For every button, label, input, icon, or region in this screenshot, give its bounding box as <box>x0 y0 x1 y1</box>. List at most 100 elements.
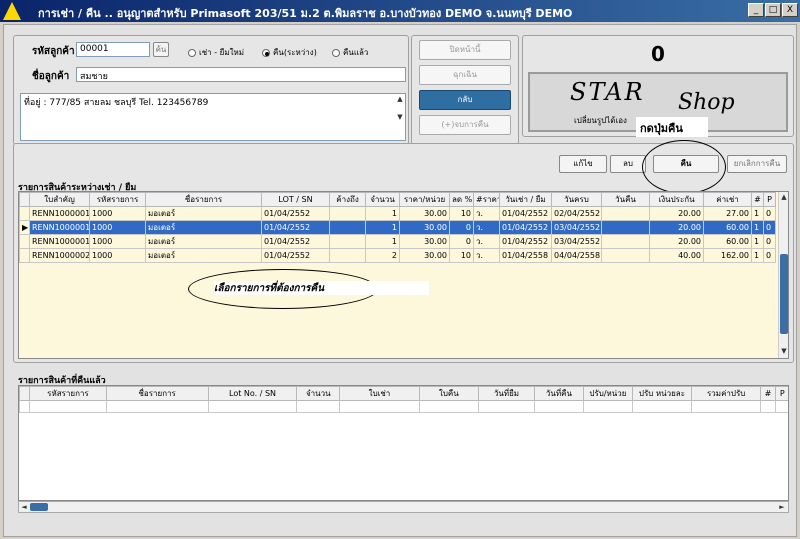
pending-cell: 20.00 <box>649 234 704 249</box>
returned-column-header[interactable]: วันที่ยืม <box>477 386 535 401</box>
pending-cell: RENN1000001 <box>29 234 90 249</box>
pending-vertical-scrollbar[interactable]: ▲ ▼ <box>778 192 788 358</box>
pending-row[interactable]: RENN1000001 1000 มอเตอร์ 01/04/2552 1 30.00 10… <box>19 206 776 221</box>
returned-column-header[interactable]: ปรับ หน่วยละ <box>631 386 693 401</box>
pending-table: ใบสำคัญ รหัสรายการ ชื่อรายการ LOT / SN ค้างถ… <box>19 192 776 263</box>
pending-column-header[interactable]: ชื่อรายการ <box>145 192 262 207</box>
returned-column-header[interactable]: ปรับ/หน่วย <box>582 386 633 401</box>
returned-column-header[interactable]: รหัสรายการ <box>29 386 107 401</box>
pending-cell: 162.00 <box>703 248 752 263</box>
pending-cell: 0 <box>763 234 776 249</box>
pending-cell: 01/04/2552 <box>261 206 330 221</box>
pending-column-header[interactable]: เงินประกัน <box>649 192 704 207</box>
radio-dot <box>332 48 340 57</box>
pending-column-header[interactable]: วันคืน <box>601 192 650 207</box>
pending-column-header[interactable]: ใบสำคัญ <box>29 192 90 207</box>
pending-cell: 01/04/2558 <box>499 248 552 263</box>
scroll-up-icon[interactable]: ▲ <box>779 192 788 202</box>
pending-column-header[interactable]: วันเช่า / ยืม <box>499 192 552 207</box>
pending-cell <box>329 234 366 249</box>
close-button[interactable]: X <box>782 3 798 17</box>
empty-cell <box>631 400 693 413</box>
pending-column-header[interactable]: ค้างถึง <box>329 192 366 207</box>
emergency-button[interactable]: ฉุกเฉิน <box>419 65 511 85</box>
returned-column-header[interactable]: ใบคืน <box>418 386 479 401</box>
pending-cell: 01/04/2552 <box>499 206 552 221</box>
pending-grid[interactable]: ใบสำคัญ รหัสรายการ ชื่อรายการ LOT / SN ค้างถ… <box>18 191 789 359</box>
scroll-down-icon[interactable]: ▼ <box>395 112 405 122</box>
customer-address-box[interactable]: ที่อยู่ : 777/85 สายลม ชลบุรี Tel. 12345… <box>20 93 406 141</box>
empty-cell <box>418 400 479 413</box>
scroll-thumb[interactable] <box>30 503 48 511</box>
pending-cell: 03/04/2552 <box>551 234 602 249</box>
pending-column-header[interactable]: ราคา/หน่วย <box>399 192 450 207</box>
maximize-button[interactable]: □ <box>765 3 781 17</box>
pending-cell <box>329 248 366 263</box>
pending-cell: ว. <box>473 248 500 263</box>
pending-cell: 30.00 <box>399 220 450 235</box>
empty-cell <box>207 400 298 413</box>
back-button[interactable]: กลับ <box>419 90 511 110</box>
pending-cell: RENN1000001 <box>29 206 90 221</box>
pending-cell: 01/04/2552 <box>499 234 552 249</box>
returned-column-header[interactable]: Lot No. / SN <box>207 386 298 401</box>
close-page-button[interactable]: ปิดหน้านี้ <box>419 40 511 60</box>
horizontal-scrollbar[interactable]: ◄ ► <box>18 501 789 513</box>
minimize-button[interactable]: _ <box>748 3 764 17</box>
mode-option-returned[interactable]: คืนแล้ว <box>332 46 368 59</box>
cancel-return-button[interactable]: ยกเลิกการคืน <box>727 155 787 173</box>
row-indicator <box>19 248 30 263</box>
pending-column-header[interactable]: ค่าเช่า <box>703 192 752 207</box>
pending-row[interactable]: ▶ RENN1000001 1000 มอเตอร์ 01/04/2552 1 30.00 0… <box>19 220 776 235</box>
row-indicator-header <box>19 386 31 401</box>
row-indicator <box>19 234 30 249</box>
mode-option-returning[interactable]: คืน(ระหว่าง) <box>262 46 317 59</box>
returned-grid[interactable]: รหัสรายการ ชื่อรายการ Lot No. / SN จำนวน ใบเ… <box>18 385 789 501</box>
pending-column-header[interactable]: จำนวน <box>365 192 400 207</box>
pending-cell: RENN1000002 <box>29 248 90 263</box>
returned-column-header[interactable]: จำนวน <box>296 386 341 401</box>
pending-cell: 1 <box>751 248 764 263</box>
pending-cell: 10 <box>449 248 474 263</box>
returned-column-header[interactable]: P <box>774 386 788 401</box>
delete-button[interactable]: ลบ <box>610 155 646 173</box>
pending-column-header[interactable]: วันครบ <box>551 192 602 207</box>
customer-lookup-button[interactable]: ค้น <box>153 42 169 57</box>
returned-column-header[interactable]: วันที่คืน <box>533 386 584 401</box>
edit-button[interactable]: แก้ไข <box>559 155 607 173</box>
pending-cell: 1000 <box>89 248 146 263</box>
pending-cell: มอเตอร์ <box>145 220 262 235</box>
customer-code-input[interactable]: 00001 <box>76 42 150 57</box>
pending-row[interactable]: RENN1000001 1000 มอเตอร์ 01/04/2552 1 30.00 0 ว… <box>19 234 776 249</box>
pending-column-header[interactable]: รหัสรายการ <box>89 192 146 207</box>
pending-cell: ว. <box>473 220 500 235</box>
returned-column-header[interactable]: ใบเช่า <box>339 386 420 401</box>
pending-row[interactable]: RENN1000002 1000 มอเตอร์ 01/04/2552 2 30.00 10… <box>19 248 776 263</box>
returned-column-header[interactable]: # <box>760 386 776 401</box>
finish-return-button[interactable]: (+)จบการคืน <box>419 115 511 135</box>
pending-cell <box>329 206 366 221</box>
customer-name-input[interactable]: สมชาย <box>76 67 406 82</box>
pending-column-header[interactable]: # <box>751 192 764 207</box>
empty-cell <box>691 400 762 413</box>
scroll-up-icon[interactable]: ▲ <box>395 94 405 104</box>
pending-column-header[interactable]: #ราคา <box>473 192 500 207</box>
pending-column-header[interactable]: P <box>763 192 776 207</box>
scroll-right-icon[interactable]: ► <box>777 502 787 512</box>
pending-cell: 1000 <box>89 234 146 249</box>
mode-option-new[interactable]: เช่า - ยืมใหม่ <box>188 46 244 59</box>
pending-cell: 20.00 <box>649 206 704 221</box>
returned-column-header[interactable]: รวมค่าปรับ <box>691 386 762 401</box>
pending-column-header[interactable]: ลด % <box>449 192 474 207</box>
pending-cell: 0 <box>449 234 474 249</box>
scroll-thumb[interactable] <box>780 254 788 334</box>
scroll-left-icon[interactable]: ◄ <box>19 502 29 512</box>
callout-return-button: กดปุ่มคืน <box>636 117 708 137</box>
scroll-down-icon[interactable]: ▼ <box>779 346 788 356</box>
pending-cell: 27.00 <box>703 206 752 221</box>
pending-cell: 20.00 <box>649 220 704 235</box>
pending-column-header[interactable]: LOT / SN <box>261 192 330 207</box>
returned-column-header[interactable]: ชื่อรายการ <box>105 386 209 401</box>
customer-panel: รหัสลูกค้า 00001 ค้น เช่า - ยืมใหม่ คืน(… <box>13 35 409 145</box>
window-title: การเช่า / คืน .. อนุญาตสำหรับ Primasoft … <box>38 7 573 20</box>
